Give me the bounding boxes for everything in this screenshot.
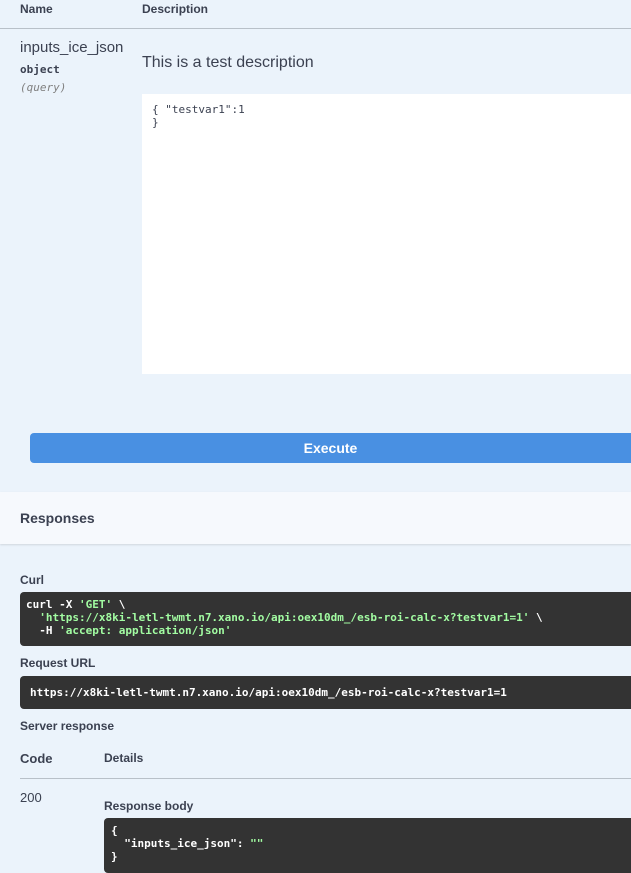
parameter-type: object xyxy=(20,63,60,76)
json-open-brace: { xyxy=(111,824,118,837)
header-divider xyxy=(0,28,631,29)
parameter-value-input[interactable] xyxy=(142,94,631,374)
details-column-header: Details xyxy=(104,751,144,765)
curl-header-value: 'accept: application/json' xyxy=(59,624,232,637)
curl-command-block[interactable]: curl -X 'GET' \ 'https://x8ki-letl-twmt.… xyxy=(20,592,631,646)
curl-header-flag: -H xyxy=(26,624,60,637)
curl-line-continuation: \ xyxy=(529,611,543,624)
request-url-label: Request URL xyxy=(20,656,96,670)
table-divider xyxy=(20,778,631,779)
json-close-brace: } xyxy=(111,850,118,863)
column-header-description: Description xyxy=(142,2,209,16)
responses-title: Responses xyxy=(20,510,95,526)
json-value: "" xyxy=(250,837,264,850)
response-body-block[interactable]: { "inputs_ice_json": "" } xyxy=(104,818,631,873)
json-key: "inputs_ice_json": xyxy=(111,837,251,850)
status-code: 200 xyxy=(20,790,42,805)
curl-command-prefix: curl -X xyxy=(26,598,79,611)
response-body-label: Response body xyxy=(104,799,194,813)
curl-method: 'GET' xyxy=(78,598,113,611)
code-column-header: Code xyxy=(20,751,53,766)
curl-label: Curl xyxy=(20,573,44,587)
parameter-location: (query) xyxy=(20,81,67,94)
request-url-block[interactable]: https://x8ki-letl-twmt.n7.xano.io/api:oe… xyxy=(20,676,631,709)
curl-url: 'https://x8ki-letl-twmt.n7.xano.io/api:o… xyxy=(39,611,530,624)
parameter-name: inputs_ice_json xyxy=(20,39,124,56)
column-header-name: Name xyxy=(20,2,53,16)
parameter-description: This is a test description xyxy=(142,54,314,71)
curl-line-continuation: \ xyxy=(112,598,126,611)
execute-button[interactable]: Execute xyxy=(30,433,631,463)
server-response-label: Server response xyxy=(20,719,115,733)
